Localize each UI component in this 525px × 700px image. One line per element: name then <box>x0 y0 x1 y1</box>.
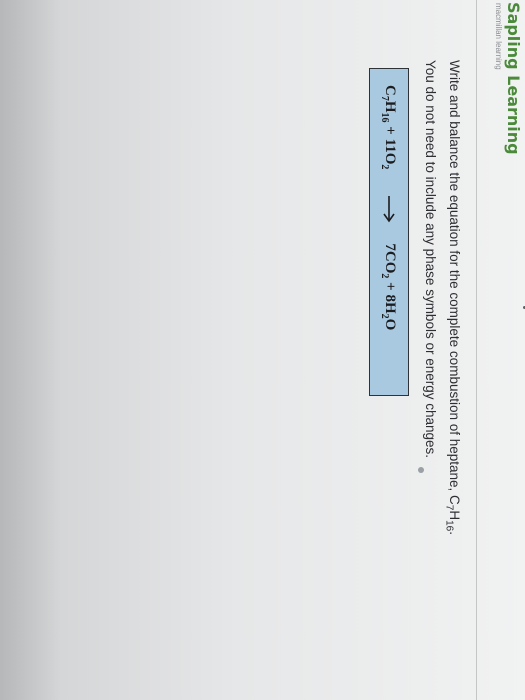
reactant-oxygen: + 11O <box>382 122 399 165</box>
product-co: 7CO <box>382 243 399 274</box>
screen: Sapling Learning macmillan learning Writ… <box>0 0 525 700</box>
question-line-1-text: Write and balance the equation for the c… <box>447 60 462 505</box>
question-line-2: You do not need to include any phase sym… <box>423 60 439 459</box>
brand-subtitle: macmillan learning <box>494 3 503 70</box>
product-h: + 8H <box>382 278 399 314</box>
reactant-h: H <box>382 100 399 113</box>
question-prompt: Write and balance the equation for the c… <box>421 60 463 700</box>
question-h: H <box>447 510 462 521</box>
brand-logo: Sapling Learning macmillan learning <box>491 0 525 220</box>
question-line-1-end: . <box>447 531 462 535</box>
reactant-o-sub: 2 <box>379 164 391 170</box>
reactant-c: C <box>382 85 399 96</box>
equation-answer-box[interactable]: C7H16 + 11O2 7CO2 + 8H2O <box>369 68 409 396</box>
brand-name: Sapling Learning <box>504 2 523 155</box>
header-divider <box>476 0 477 700</box>
reaction-arrow-icon <box>383 196 395 223</box>
question-line-1: Write and balance the equation for the c… <box>439 60 463 700</box>
equation-reactants: C7H16 + 11O2 <box>380 85 399 169</box>
screen-bottom-shade <box>0 0 60 700</box>
question-sub-16: 16 <box>443 520 455 532</box>
product-o: O <box>382 318 399 331</box>
reactant-h-sub: 16 <box>379 112 391 123</box>
equation-products: 7CO2 + 8H2O <box>380 243 399 330</box>
